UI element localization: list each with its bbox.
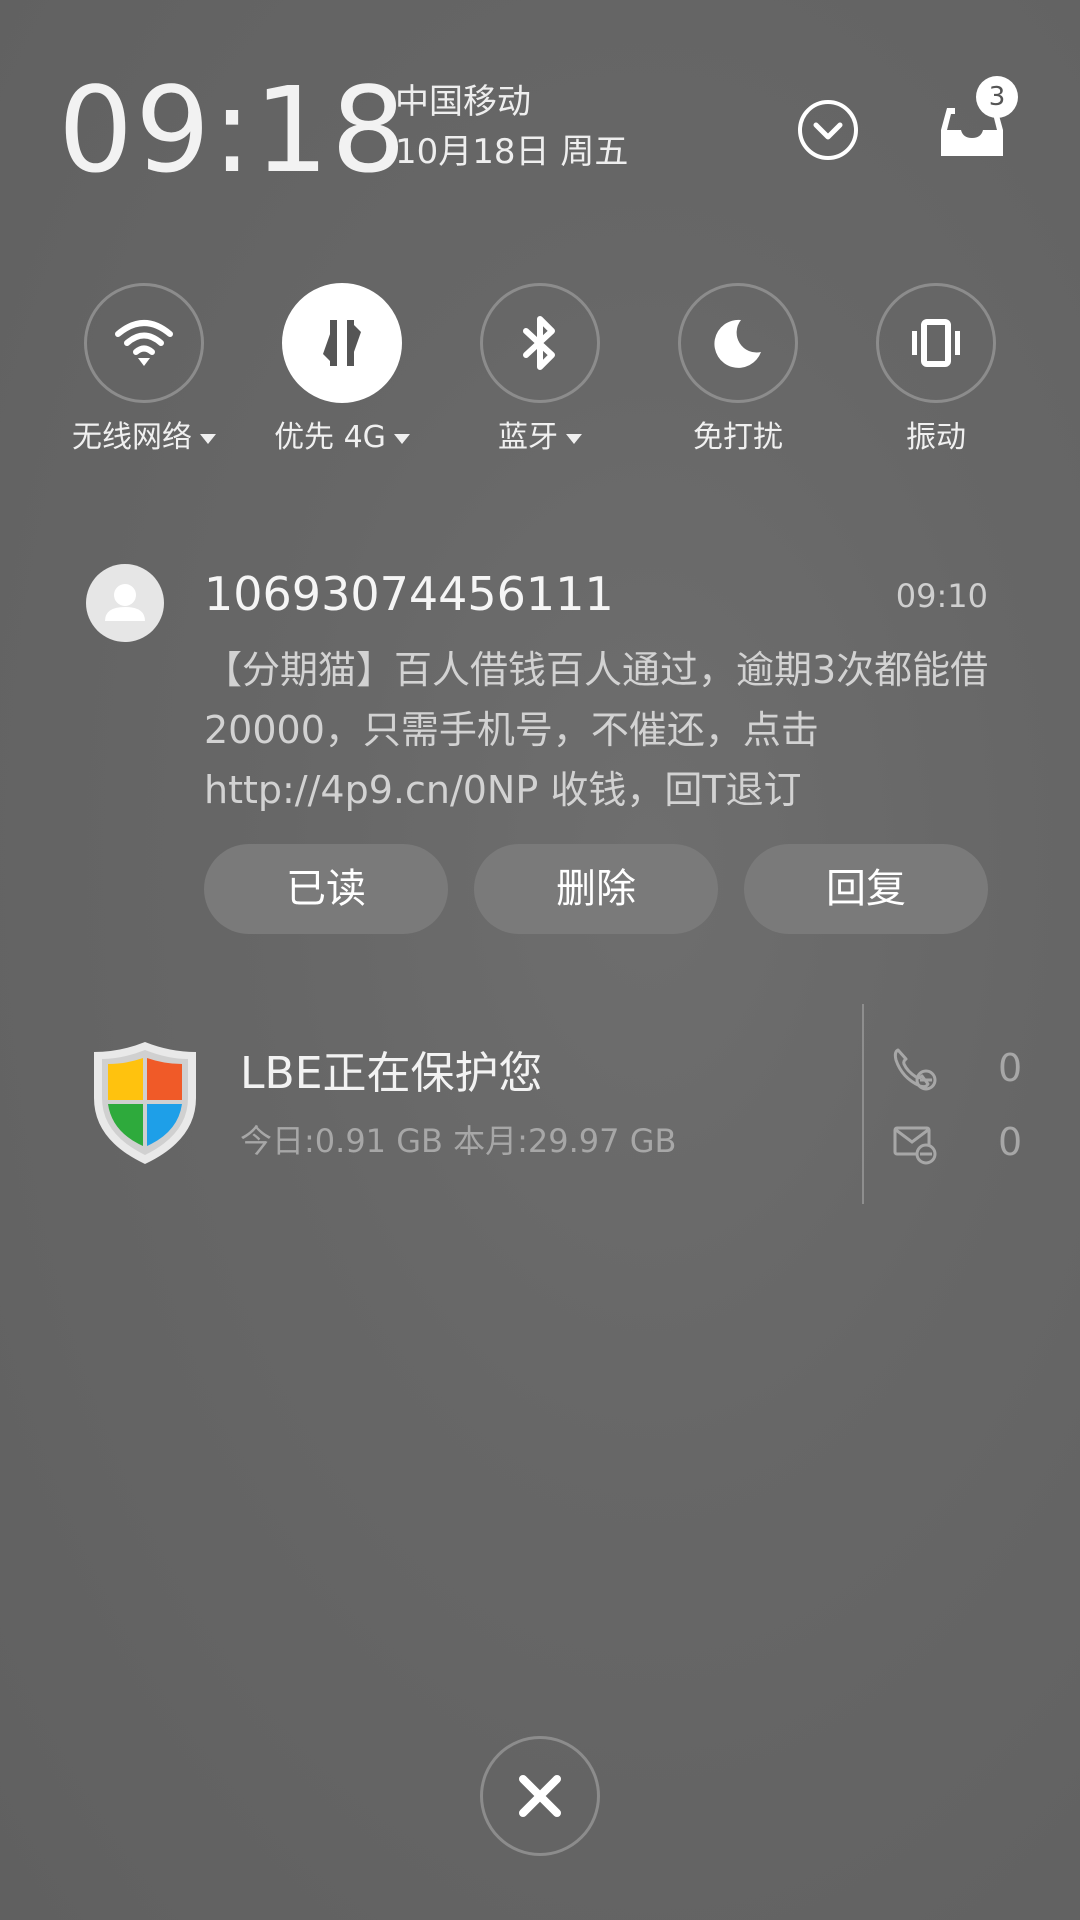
data-transfer-icon (323, 320, 361, 366)
blocked-calls-stat[interactable]: 0 (892, 1040, 1032, 1096)
toggle-label: 优先 4G (242, 418, 442, 458)
blocked-sms-count: 0 (998, 1120, 1023, 1164)
mark-read-button[interactable]: 已读 (204, 844, 448, 934)
toggle-circle (282, 283, 402, 403)
toggle-vibrate[interactable]: 振动 (836, 280, 1036, 470)
sms-actions: 已读 删除 回复 (204, 844, 1014, 934)
toggle-label: 蓝牙 (440, 418, 640, 458)
expand-button[interactable] (790, 92, 866, 168)
toggle-do-not-disturb[interactable]: 免打扰 (638, 280, 838, 470)
date-label: 10月18日 周五 (395, 132, 629, 172)
toggle-circle (84, 283, 204, 403)
phone-blocked-icon (893, 1048, 937, 1091)
lbe-notification[interactable]: LBE正在保护您 今日:0.91 GB 本月:29.97 GB 0 0 (40, 1000, 1040, 1210)
carrier-name: 中国移动 (395, 82, 531, 122)
sms-sender: 10693074456111 (204, 567, 614, 621)
toggle-mobile-data[interactable]: 优先 4G (242, 280, 442, 470)
delete-button[interactable]: 删除 (474, 844, 718, 934)
toggle-circle (876, 283, 996, 403)
close-button[interactable] (480, 1736, 600, 1856)
toggle-label: 振动 (906, 420, 966, 455)
toggle-label: 免打扰 (693, 420, 783, 455)
toggle-bluetooth[interactable]: 蓝牙 (440, 280, 640, 470)
wifi-icon (115, 320, 173, 366)
message-blocked-icon (893, 1126, 937, 1165)
lbe-title: LBE正在保护您 (240, 1048, 543, 1099)
bluetooth-icon (523, 316, 555, 370)
shield-icon (94, 1042, 196, 1164)
toggle-circle (678, 283, 798, 403)
clock-time: 09:18 (58, 61, 409, 199)
toggle-label: 无线网络 (44, 418, 244, 458)
caret-down-icon (566, 433, 582, 444)
divider (862, 1004, 864, 1204)
caret-down-icon (200, 433, 216, 444)
sms-notification[interactable]: 10693074456111 09:10 【分期猫】百人借钱百人通过，逾期3次都… (40, 540, 1040, 980)
blocked-calls-count: 0 (998, 1046, 1023, 1090)
notification-shade: 09:18 中国移动 10月18日 周五 3 无线网络 优先 4G 蓝牙 免打扰… (0, 0, 1080, 1920)
sms-time: 09:10 (895, 577, 988, 615)
caret-down-icon (393, 433, 410, 444)
moon-icon (714, 319, 761, 368)
person-avatar-icon (86, 564, 164, 642)
close-icon (519, 1775, 561, 1817)
toggle-wifi[interactable]: 无线网络 (44, 280, 244, 470)
reply-button[interactable]: 回复 (744, 844, 988, 934)
vibrate-icon (912, 319, 960, 367)
quick-toggles: 无线网络 优先 4G 蓝牙 免打扰 振动 (0, 280, 1080, 470)
blocked-sms-stat[interactable]: 0 (892, 1114, 1032, 1170)
toggle-circle (480, 283, 600, 403)
chevron-down-circle-icon (798, 100, 858, 160)
sms-body: 【分期猫】百人借钱百人通过，逾期3次都能借20000，只需手机号，不催还，点击h… (204, 648, 989, 812)
data-usage-text: 今日:0.91 GB 本月:29.97 GB (240, 1122, 677, 1160)
inbox-badge: 3 (976, 76, 1018, 118)
